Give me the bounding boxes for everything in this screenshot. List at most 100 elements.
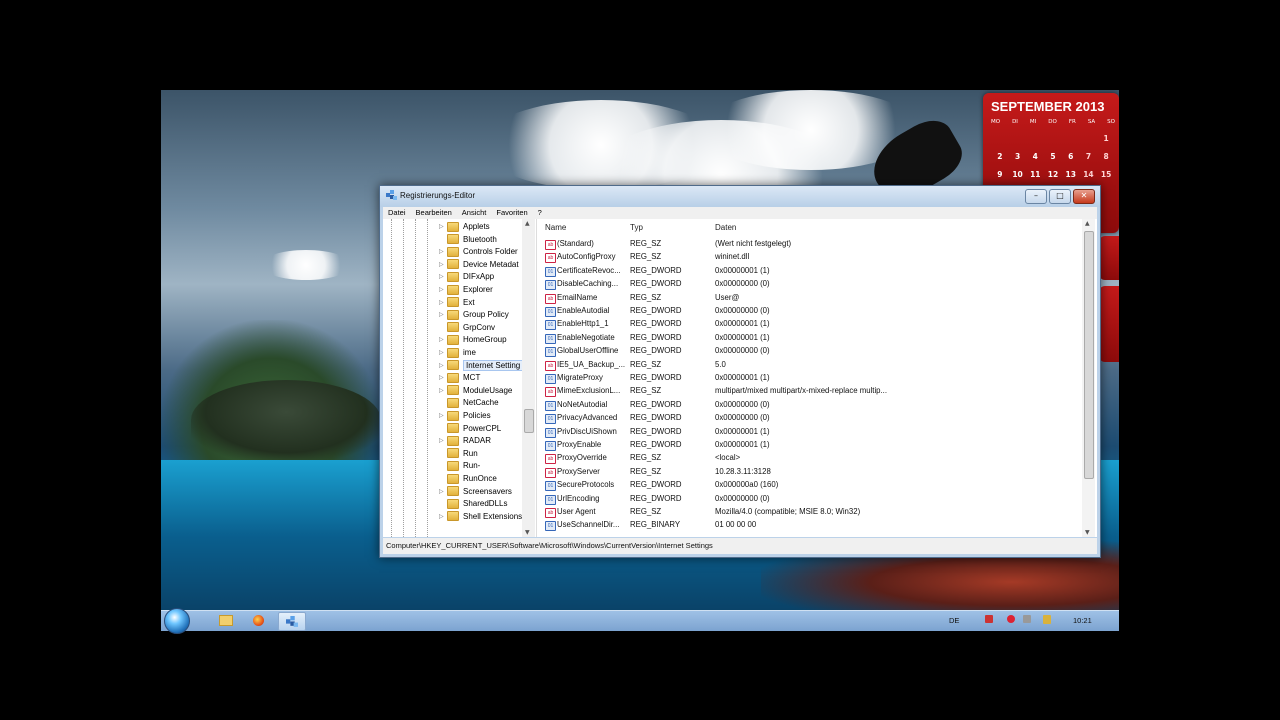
- value-row[interactable]: ab EmailName REG_SZ User@: [541, 292, 1081, 305]
- expand-arrow-icon[interactable]: ▷: [439, 311, 447, 318]
- tree-item[interactable]: ▷ Shell Extensions: [439, 510, 522, 523]
- value-row[interactable]: 01 EnableAutodial REG_DWORD 0x00000000 (0): [541, 305, 1081, 318]
- tree-item[interactable]: ▷ Group Policy: [439, 308, 509, 321]
- calendar-day[interactable]: 9: [991, 169, 1009, 181]
- calendar-day[interactable]: 3: [1009, 151, 1027, 163]
- column-type[interactable]: Typ: [630, 223, 643, 232]
- tree-item[interactable]: ▷ ime: [439, 346, 476, 359]
- gadget-tab[interactable]: [1099, 286, 1119, 362]
- tree-item[interactable]: ▷ Applets: [439, 220, 490, 233]
- menu-item[interactable]: Ansicht: [457, 207, 492, 219]
- value-row[interactable]: 01 UseSchannelDir... REG_BINARY 01 00 00 00: [541, 519, 1081, 532]
- tree-item[interactable]: NetCache: [439, 396, 499, 409]
- calendar-day[interactable]: 7: [1080, 151, 1098, 163]
- tree-item[interactable]: GrpConv: [439, 321, 495, 334]
- expand-arrow-icon[interactable]: ▷: [439, 248, 447, 255]
- value-row[interactable]: 01 EnableHttp1_1 REG_DWORD 0x00000001 (1): [541, 318, 1081, 331]
- value-row[interactable]: 01 GlobalUserOffline REG_DWORD 0x00000000 (…: [541, 345, 1081, 358]
- tree-item[interactable]: ▷ Explorer: [439, 283, 493, 296]
- value-row[interactable]: 01 ProxyEnable REG_DWORD 0x00000001 (1): [541, 439, 1081, 452]
- menu-item[interactable]: Bearbeiten: [411, 207, 457, 219]
- expand-arrow-icon[interactable]: ▷: [439, 349, 447, 356]
- tray-network-icon[interactable]: [985, 615, 993, 623]
- value-row[interactable]: ab MimeExclusionL... REG_SZ multipart/mixed…: [541, 385, 1081, 398]
- list-scroll-thumb[interactable]: [1084, 231, 1094, 479]
- minimize-button[interactable]: –: [1025, 189, 1047, 204]
- value-row[interactable]: ab AutoConfigProxy REG_SZ wininet.dll: [541, 251, 1081, 264]
- calendar-day[interactable]: 13: [1062, 169, 1080, 181]
- tree-item[interactable]: ▷ Policies: [439, 409, 491, 422]
- value-row[interactable]: 01 MigrateProxy REG_DWORD 0x00000001 (1): [541, 372, 1081, 385]
- expand-arrow-icon[interactable]: ▷: [439, 286, 447, 293]
- expand-arrow-icon[interactable]: ▷: [439, 437, 447, 444]
- tree-item[interactable]: ▷ Controls Folder: [439, 245, 518, 258]
- tree-scrollbar[interactable]: ▲ ▼: [522, 219, 535, 537]
- value-row[interactable]: 01 SecureProtocols REG_DWORD 0x000000a0 (16…: [541, 479, 1081, 492]
- expand-arrow-icon[interactable]: ▷: [439, 374, 447, 381]
- tree-item[interactable]: ▷ RADAR: [439, 434, 491, 447]
- value-row[interactable]: ab IE5_UA_Backup_... REG_SZ 5.0: [541, 359, 1081, 372]
- column-data[interactable]: Daten: [715, 223, 736, 232]
- tree-item[interactable]: Run-: [439, 459, 480, 472]
- maximize-button[interactable]: □: [1049, 189, 1071, 204]
- value-row[interactable]: 01 DisableCaching... REG_DWORD 0x00000000 (…: [541, 278, 1081, 291]
- expand-arrow-icon[interactable]: ▷: [439, 362, 447, 369]
- tray-app-icon[interactable]: [1043, 615, 1051, 624]
- expand-arrow-icon[interactable]: ▷: [439, 223, 447, 230]
- calendar-day[interactable]: 10: [1009, 169, 1027, 181]
- tree-item[interactable]: ▷ Device Metadat: [439, 258, 519, 271]
- expand-arrow-icon[interactable]: ▷: [439, 273, 447, 280]
- tray-speaker-icon[interactable]: [1023, 615, 1031, 623]
- menu-item[interactable]: Favoriten: [491, 207, 532, 219]
- tree-item[interactable]: ▷ DIFxApp: [439, 270, 494, 283]
- calendar-day[interactable]: 11: [1026, 169, 1044, 181]
- value-row[interactable]: 01 PrivDiscUiShown REG_DWORD 0x00000001 (1): [541, 426, 1081, 439]
- calendar-day[interactable]: 14: [1080, 169, 1098, 181]
- calendar-day[interactable]: 4: [1026, 151, 1044, 163]
- calendar-day[interactable]: 2: [991, 151, 1009, 163]
- value-row[interactable]: 01 CertificateRevoc... REG_DWORD 0x00000001…: [541, 265, 1081, 278]
- windows-start-icon[interactable]: [164, 608, 190, 634]
- tree-item[interactable]: Run: [439, 447, 478, 460]
- value-row[interactable]: ab User Agent REG_SZ Mozilla/4.0 (compatibl…: [541, 506, 1081, 519]
- value-row[interactable]: ab ProxyOverride REG_SZ <local>: [541, 452, 1081, 465]
- column-name[interactable]: Name: [545, 223, 566, 232]
- firefox-icon[interactable]: [245, 612, 271, 629]
- tree-item[interactable]: ▷ Ext: [439, 296, 475, 309]
- value-row[interactable]: 01 EnableNegotiate REG_DWORD 0x00000001 (1): [541, 332, 1081, 345]
- menu-item[interactable]: Datei: [383, 207, 411, 219]
- tree-item[interactable]: ▷ Screensavers: [439, 485, 512, 498]
- gadget-tab[interactable]: [1099, 236, 1119, 280]
- title-bar[interactable]: Registrierungs-Editor – □ ✕: [380, 186, 1100, 207]
- close-button[interactable]: ✕: [1073, 189, 1095, 204]
- tree-scroll-thumb[interactable]: [524, 409, 534, 433]
- value-row[interactable]: ab (Standard) REG_SZ (Wert nicht festgelegt…: [541, 238, 1081, 251]
- calendar-day[interactable]: 8: [1097, 151, 1115, 163]
- regedit-icon[interactable]: [278, 612, 306, 631]
- value-row[interactable]: 01 PrivacyAdvanced REG_DWORD 0x00000000 (0): [541, 412, 1081, 425]
- language-indicator[interactable]: DE: [949, 616, 959, 625]
- tree-item[interactable]: PowerCPL: [439, 422, 501, 435]
- tree-item[interactable]: Bluetooth: [439, 233, 497, 246]
- calendar-day[interactable]: 5: [1044, 151, 1062, 163]
- expand-arrow-icon[interactable]: ▷: [439, 513, 447, 520]
- expand-arrow-icon[interactable]: ▷: [439, 412, 447, 419]
- calendar-day[interactable]: 15: [1097, 169, 1115, 181]
- menu-item[interactable]: ?: [533, 207, 547, 219]
- tree-item[interactable]: ▷ Internet Setting: [439, 359, 524, 372]
- calendar-day[interactable]: 12: [1044, 169, 1062, 181]
- calendar-day[interactable]: 1: [1097, 133, 1115, 145]
- tree-item[interactable]: SharedDLLs: [439, 497, 507, 510]
- tray-security-icon[interactable]: [1007, 615, 1015, 623]
- list-scrollbar[interactable]: ▲ ▼: [1082, 219, 1095, 537]
- folder-icon[interactable]: [213, 612, 239, 629]
- tree-item[interactable]: ▷ ModuleUsage: [439, 384, 512, 397]
- tree-item[interactable]: ▷ HomeGroup: [439, 333, 507, 346]
- value-row[interactable]: ab ProxyServer REG_SZ 10.28.3.11:3128: [541, 466, 1081, 479]
- calendar-day[interactable]: 6: [1062, 151, 1080, 163]
- expand-arrow-icon[interactable]: ▷: [439, 261, 447, 268]
- value-row[interactable]: 01 NoNetAutodial REG_DWORD 0x00000000 (0): [541, 399, 1081, 412]
- clock[interactable]: 10:21: [1073, 616, 1092, 625]
- expand-arrow-icon[interactable]: ▷: [439, 336, 447, 343]
- expand-arrow-icon[interactable]: ▷: [439, 488, 447, 495]
